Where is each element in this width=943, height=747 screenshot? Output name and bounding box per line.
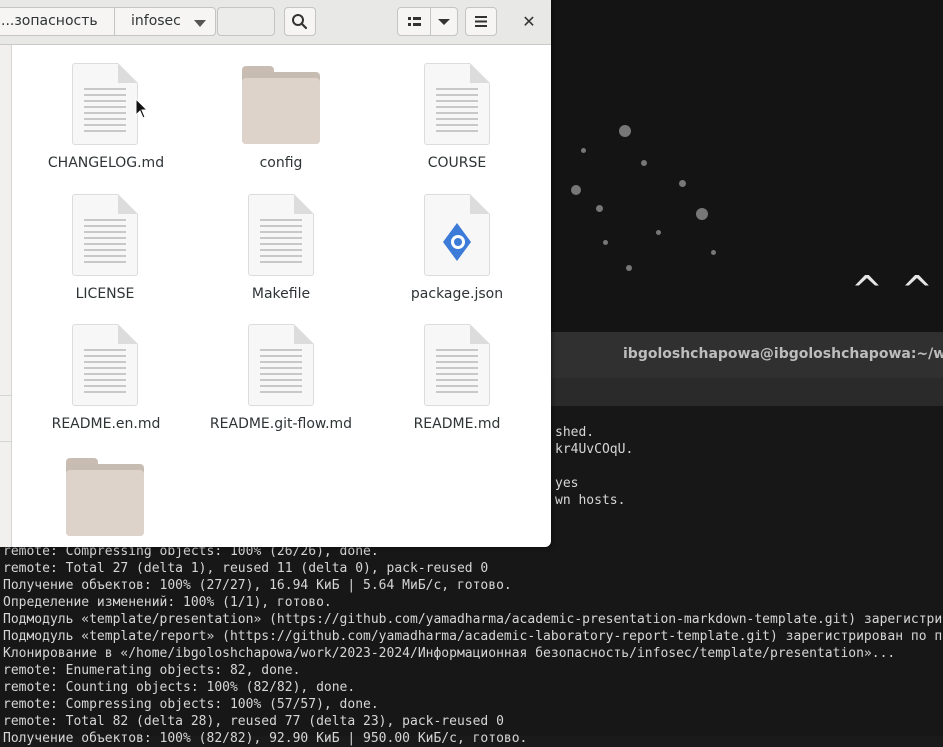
file-name: LICENSE: [75, 286, 135, 302]
search-icon: [292, 14, 308, 30]
sidebar-divider: [0, 441, 11, 442]
file-name: COURSE: [427, 155, 487, 171]
chevron-down-icon: [194, 20, 206, 27]
terminal-line: Подмодуль «template/presentation» (https…: [3, 612, 943, 627]
terminal-line: yes: [555, 476, 579, 491]
document-icon: [424, 63, 490, 145]
document-icon: [72, 194, 138, 276]
wallpaper-dot: [571, 185, 581, 195]
wallpaper-dot: [711, 250, 716, 255]
breadcrumb-parent-label: ...зопасность: [1, 13, 98, 29]
wallpaper-dot: [603, 240, 608, 245]
file-manager-headerbar: ...зопасность infosec ✕: [0, 0, 551, 45]
file-name: config: [259, 155, 303, 171]
document-icon: [424, 324, 490, 406]
file-name: package.json: [410, 286, 504, 302]
close-button[interactable]: ✕: [515, 8, 543, 36]
sidebar[interactable]: [0, 45, 12, 547]
breadcrumb-parent[interactable]: ...зопасность: [0, 7, 114, 36]
wallpaper-dot: [581, 148, 586, 153]
chevron-down-icon: [438, 19, 450, 25]
chevron-up-icon: ^: [851, 268, 883, 312]
main-menu-button[interactable]: [465, 7, 497, 36]
terminal-line: remote: Enumerating objects: 82, done.: [3, 663, 301, 678]
terminal-line: remote: Compressing objects: 100% (57/57…: [3, 697, 379, 712]
file-name: Makefile: [251, 286, 311, 302]
breadcrumb-current-label: infosec: [131, 13, 181, 29]
terminal-line: wn hosts.: [555, 493, 626, 508]
chevron-up-icon: ^: [901, 268, 933, 312]
terminal-line: Получение объектов: 100% (82/82), 92.90 …: [3, 731, 528, 746]
hamburger-menu-icon: [475, 16, 487, 27]
document-icon: [248, 194, 314, 276]
document-icon: [72, 324, 138, 406]
terminal-line: Получение объектов: 100% (27/27), 16.94 …: [3, 578, 512, 593]
wallpaper-dot: [656, 230, 661, 235]
desktop-wallpaper: ^ ^: [551, 0, 943, 332]
breadcrumb-empty-segment[interactable]: [217, 7, 275, 36]
breadcrumb-current[interactable]: infosec: [114, 7, 216, 36]
json-file-icon: [424, 194, 490, 276]
terminal-line: shed.: [555, 425, 595, 440]
wallpaper-dot: [596, 205, 603, 212]
terminal-tab-bar: [551, 378, 943, 407]
terminal-line: Клонирование в «/home/ibgoloshchapowa/wo…: [3, 646, 896, 661]
file-manager-window: ...зопасность infosec ✕ CHANGELOG.md con…: [0, 0, 551, 547]
document-icon: [72, 63, 138, 145]
terminal-line: kr4UvCOqU.: [555, 442, 634, 457]
terminal-line: Подмодуль «template/report» (https://git…: [3, 629, 943, 644]
close-icon: ✕: [522, 12, 536, 31]
folder-icon: [66, 458, 144, 536]
terminal-line: remote: Total 27 (delta 1), reused 11 (d…: [3, 561, 489, 576]
view-options-dropdown[interactable]: [430, 7, 458, 36]
view-mode-button[interactable]: [397, 7, 431, 36]
sidebar-divider: [0, 395, 11, 396]
list-view-icon: [408, 17, 421, 26]
document-icon: [248, 324, 314, 406]
wallpaper-dot: [679, 180, 686, 187]
wallpaper-dot: [626, 265, 632, 271]
wallpaper-dot: [696, 208, 708, 220]
terminal-line: Определение изменений: 100% (1/1), готов…: [3, 595, 332, 610]
terminal-line: remote: Counting objects: 100% (82/82), …: [3, 680, 356, 695]
file-name: README.md: [413, 416, 501, 432]
wallpaper-dot: [619, 125, 631, 137]
file-name: README.en.md: [51, 416, 161, 432]
terminal-line: remote: Total 82 (delta 28), reused 77 (…: [3, 714, 504, 729]
folder-icon: [242, 66, 320, 144]
terminal-title: ibgoloshchapowa@ibgoloshchapowa:~/work/2: [623, 346, 943, 362]
gear-icon: [443, 223, 471, 261]
file-name: CHANGELOG.md: [47, 155, 165, 171]
terminal-header-bar[interactable]: ibgoloshchapowa@ibgoloshchapowa:~/work/2: [551, 332, 943, 379]
wallpaper-dot: [641, 160, 647, 166]
search-button[interactable]: [284, 7, 316, 36]
file-name: README.git-flow.md: [209, 416, 353, 432]
mouse-cursor-icon: [135, 98, 149, 119]
